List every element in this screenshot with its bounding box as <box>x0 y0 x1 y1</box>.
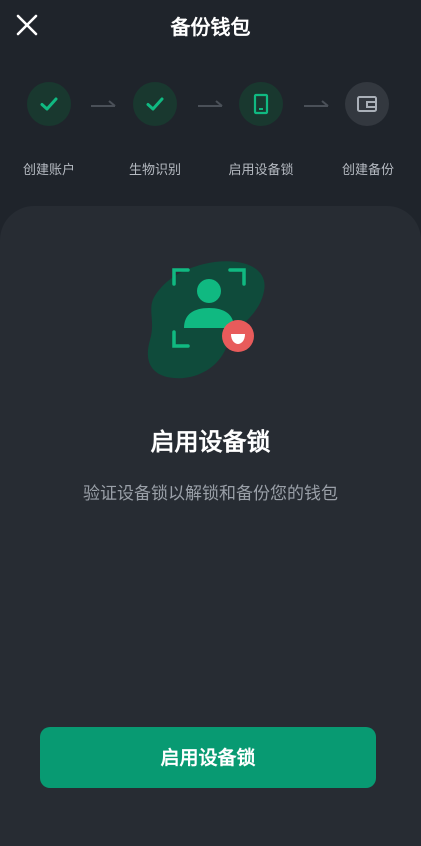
step-2-label: 生物识别 <box>128 163 181 178</box>
step-1-indicator <box>27 82 71 126</box>
face-scan-icon <box>147 261 265 379</box>
header: 备份钱包 <box>0 0 421 50</box>
arrow-right-icon <box>304 100 329 107</box>
arrow-right-icon <box>91 100 116 107</box>
check-icon <box>40 97 58 111</box>
phone-icon <box>253 93 269 115</box>
arrow-right-icon <box>198 100 223 107</box>
step-2-indicator <box>133 82 177 126</box>
step-3-label: 启用设备锁 <box>228 163 294 178</box>
step-3-indicator <box>239 82 283 126</box>
step-4-indicator <box>345 82 389 126</box>
wallet-icon <box>357 96 377 112</box>
enable-device-lock-button[interactable]: 启用设备锁 <box>40 727 376 788</box>
step-4-label: 创建备份 <box>341 163 394 178</box>
page-title: 备份钱包 <box>170 15 251 39</box>
section-headline: 启用设备锁 <box>150 428 271 456</box>
step-1-label: 创建账户 <box>22 163 75 178</box>
progress-stepper: 创建账户 生物识别 启用设备锁 创建备份 <box>0 80 421 190</box>
section-subtitle: 验证设备锁以解锁和备份您的钱包 <box>83 484 338 504</box>
check-icon <box>146 97 164 111</box>
